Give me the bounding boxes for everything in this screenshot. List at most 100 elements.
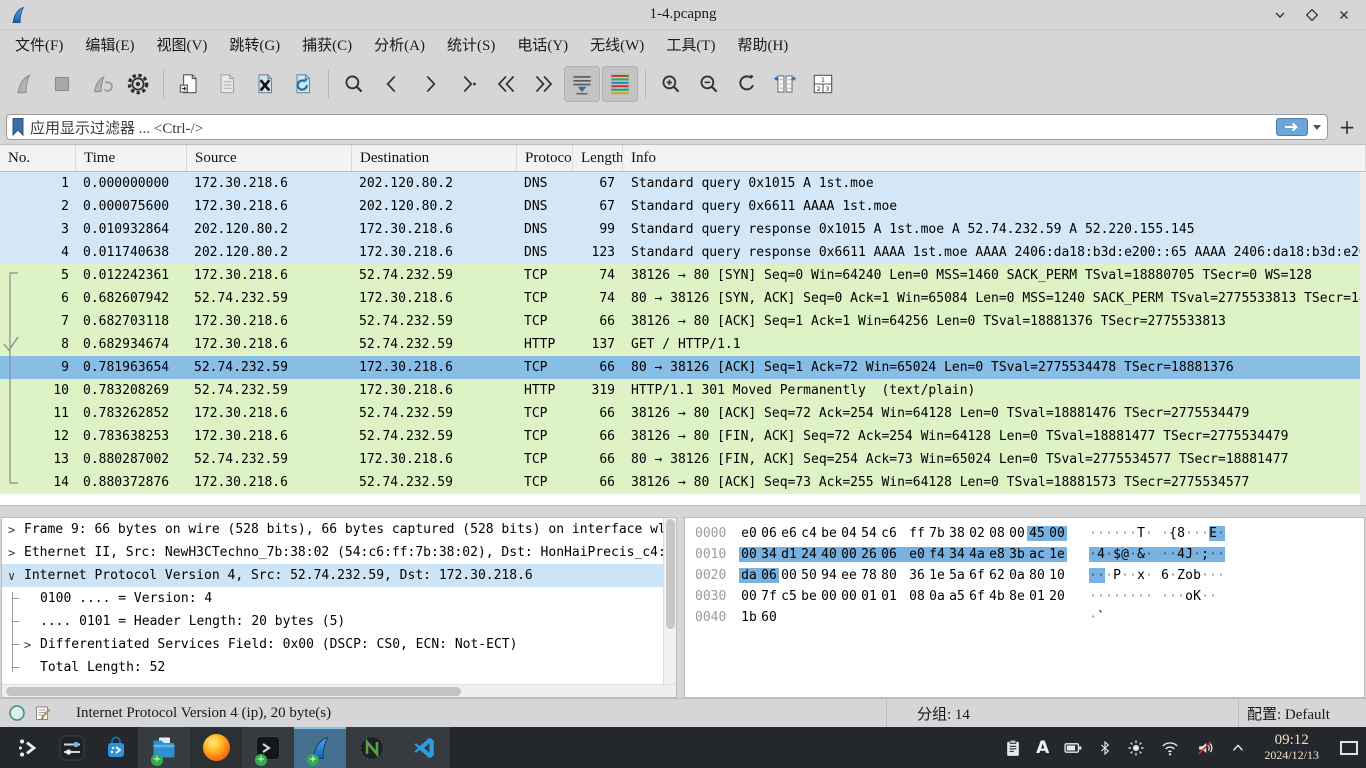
minimize-button[interactable] xyxy=(1268,4,1292,26)
menu-tools[interactable]: 工具(T) xyxy=(655,32,726,57)
capture-comment-icon[interactable] xyxy=(34,704,52,722)
packet-list-scrollbar[interactable] xyxy=(1360,172,1366,505)
save-file-icon[interactable] xyxy=(209,66,245,102)
packet-row-11[interactable]: 110.783262852172.30.218.652.74.232.59TCP… xyxy=(0,402,1366,425)
packet-row-2[interactable]: 20.000075600172.30.218.6202.120.80.2DNS6… xyxy=(0,195,1366,218)
expert-info-icon[interactable] xyxy=(8,704,26,722)
detail-row-0[interactable]: >Frame 9: 66 bytes on wire (528 bits), 6… xyxy=(2,518,676,541)
brightness-icon[interactable] xyxy=(1126,738,1146,758)
bluetooth-icon[interactable] xyxy=(1097,738,1113,758)
detail-row-1[interactable]: >Ethernet II, Src: NewH3CTechno_7b:38:02… xyxy=(2,541,676,564)
packet-row-5[interactable]: 50.012242361172.30.218.652.74.232.59TCP7… xyxy=(0,264,1366,287)
apply-filter-button[interactable] xyxy=(1276,118,1308,136)
start-capture-fin-icon[interactable] xyxy=(6,66,42,102)
menu-help[interactable]: 帮助(H) xyxy=(726,32,799,57)
menu-analyze[interactable]: 分析(A) xyxy=(363,32,436,57)
menu-statistics[interactable]: 统计(S) xyxy=(436,32,506,57)
packet-row-13[interactable]: 130.88028700252.74.232.59172.30.218.6TCP… xyxy=(0,448,1366,471)
menu-edit[interactable]: 编辑(E) xyxy=(74,32,145,57)
settings-icon[interactable] xyxy=(50,727,94,768)
packet-row-1[interactable]: 10.000000000172.30.218.6202.120.80.2DNS6… xyxy=(0,172,1366,195)
menu-capture[interactable]: 捕获(C) xyxy=(291,32,363,57)
stop-capture-icon[interactable] xyxy=(44,66,80,102)
find-packet-icon[interactable] xyxy=(336,66,372,102)
add-filter-button-icon[interactable]: + xyxy=(1336,115,1358,139)
firefox-icon[interactable] xyxy=(190,727,242,768)
go-to-packet-icon[interactable] xyxy=(450,66,486,102)
colorize-icon[interactable] xyxy=(602,66,638,102)
collapsed-arrow-icon[interactable]: > xyxy=(24,638,38,652)
keyboard-layout-icon[interactable]: A xyxy=(1036,738,1049,758)
packet-row-8[interactable]: 80.682934674172.30.218.652.74.232.59HTTP… xyxy=(0,333,1366,356)
hex-row-0030[interactable]: 0030007fc5be00000101080aa56f4b8e0120····… xyxy=(695,586,1364,607)
resize-columns-icon[interactable] xyxy=(767,66,803,102)
col-header-protocol[interactable]: Protocol xyxy=(517,145,573,171)
collapsed-arrow-icon[interactable]: > xyxy=(8,523,22,537)
col-header-info[interactable]: Info xyxy=(623,145,1366,171)
details-horizontal-scrollbar[interactable] xyxy=(2,684,676,697)
pane-splitter[interactable] xyxy=(0,505,1366,517)
clipboard-icon[interactable] xyxy=(1003,738,1023,758)
detail-row-3[interactable]: 0100 .... = Version: 4 xyxy=(2,587,676,610)
menu-telephony[interactable]: 电话(Y) xyxy=(506,32,579,57)
packet-list[interactable]: 10.000000000172.30.218.6202.120.80.2DNS6… xyxy=(0,172,1366,505)
terminal-icon[interactable]: + xyxy=(242,727,294,768)
packet-row-3[interactable]: 30.010932864202.120.80.2172.30.218.6DNS9… xyxy=(0,218,1366,241)
zoom-reset-icon[interactable] xyxy=(729,66,765,102)
hex-row-0040[interactable]: 00401b60·` xyxy=(695,607,1364,628)
wireshark-task-icon[interactable]: + xyxy=(294,727,346,768)
detail-row-4[interactable]: .... 0101 = Header Length: 20 bytes (5) xyxy=(2,610,676,633)
file-manager-icon[interactable]: + xyxy=(138,727,190,768)
layout-icon[interactable]: 123 xyxy=(805,66,841,102)
detail-row-5[interactable]: >Differentiated Services Field: 0x00 (DS… xyxy=(2,633,676,656)
neovim-icon[interactable] xyxy=(346,727,398,768)
go-first-icon[interactable] xyxy=(488,66,524,102)
go-back-icon[interactable] xyxy=(374,66,410,102)
detail-row-6[interactable]: Total Length: 52 xyxy=(2,656,676,679)
packet-row-4[interactable]: 40.011740638202.120.80.2172.30.218.6DNS1… xyxy=(0,241,1366,264)
packet-row-7[interactable]: 70.682703118172.30.218.652.74.232.59TCP6… xyxy=(0,310,1366,333)
auto-scroll-icon[interactable] xyxy=(564,66,600,102)
col-header-destination[interactable]: Destination xyxy=(352,145,517,171)
packet-row-14[interactable]: 140.880372876172.30.218.652.74.232.59TCP… xyxy=(0,471,1366,494)
go-last-icon[interactable] xyxy=(526,66,562,102)
col-header-no[interactable]: No. xyxy=(0,145,76,171)
packet-bytes-pane[interactable]: 0000e006e6c4be0454c6ff7b380208004500····… xyxy=(684,517,1365,698)
zoom-in-icon[interactable] xyxy=(653,66,689,102)
packet-row-10[interactable]: 100.78320826952.74.232.59172.30.218.6HTT… xyxy=(0,379,1366,402)
display-filter-input[interactable]: 应用显示过滤器 ... <Ctrl-/> xyxy=(6,114,1328,140)
show-desktop-button[interactable] xyxy=(1340,741,1358,755)
battery-icon[interactable] xyxy=(1062,738,1084,758)
menu-view[interactable]: 视图(V) xyxy=(146,32,219,57)
maximize-button[interactable] xyxy=(1300,4,1324,26)
reload-file-icon[interactable] xyxy=(285,66,321,102)
menu-go[interactable]: 跳转(G) xyxy=(218,32,291,57)
hex-row-0000[interactable]: 0000e006e6c4be0454c6ff7b380208004500····… xyxy=(695,523,1364,544)
filter-bookmark-icon[interactable] xyxy=(11,117,25,137)
hex-row-0020[interactable]: 0020da06005094ee7880361e5a6f620a8010···P… xyxy=(695,565,1364,586)
close-button[interactable] xyxy=(1332,4,1356,26)
tray-expand-chevron-icon[interactable] xyxy=(1229,739,1247,757)
wifi-icon[interactable] xyxy=(1159,738,1181,758)
collapsed-arrow-icon[interactable]: > xyxy=(8,546,22,560)
capture-options-gear-icon[interactable] xyxy=(120,66,156,102)
expanded-arrow-icon[interactable]: ∨ xyxy=(8,569,22,583)
clock[interactable]: 09:12 2024/12/13 xyxy=(1264,733,1319,761)
detail-row-2[interactable]: ∨Internet Protocol Version 4, Src: 52.74… xyxy=(2,564,676,587)
discover-store-icon[interactable] xyxy=(94,727,138,768)
go-forward-icon[interactable] xyxy=(412,66,448,102)
col-header-length[interactable]: Length xyxy=(573,145,623,171)
hex-row-0010[interactable]: 00100034d12440002606e0f4344ae83bac1e·4·$… xyxy=(695,544,1364,565)
menu-wireless[interactable]: 无线(W) xyxy=(579,32,655,57)
app-launcher-icon[interactable] xyxy=(6,727,50,768)
packet-row-9[interactable]: 90.78196365452.74.232.59172.30.218.6TCP6… xyxy=(0,356,1366,379)
details-vertical-scrollbar[interactable] xyxy=(663,518,676,684)
packet-row-12[interactable]: 120.783638253172.30.218.652.74.232.59TCP… xyxy=(0,425,1366,448)
zoom-out-icon[interactable] xyxy=(691,66,727,102)
open-file-icon[interactable] xyxy=(171,66,207,102)
restart-capture-icon[interactable] xyxy=(82,66,118,102)
menu-file[interactable]: 文件(F) xyxy=(4,32,74,57)
audio-muted-icon[interactable] xyxy=(1194,738,1216,758)
filter-dropdown-caret[interactable] xyxy=(1313,125,1321,130)
col-header-time[interactable]: Time xyxy=(76,145,187,171)
